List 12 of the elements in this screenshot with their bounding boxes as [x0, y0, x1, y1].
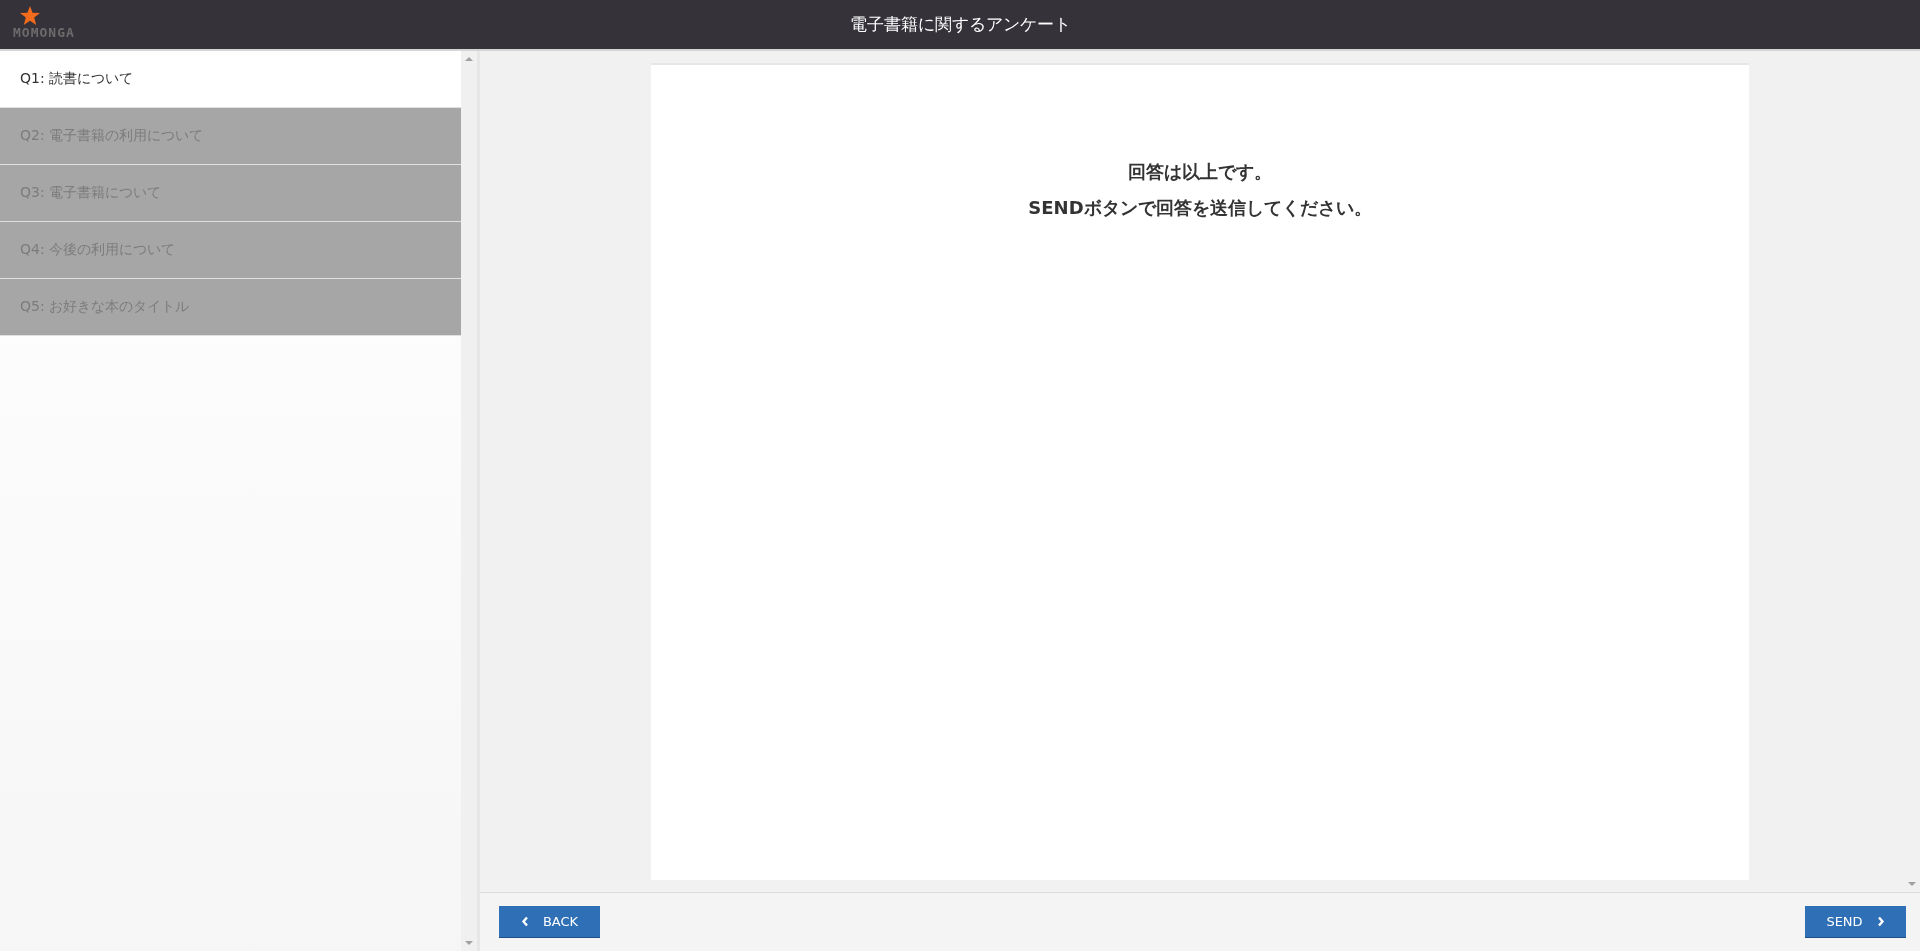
- message-text: SENDボタンで回答を送信してください。: [1027, 196, 1373, 220]
- send-button[interactable]: SEND: [1805, 906, 1906, 938]
- survey-title: 電子書籍に関するアンケート: [849, 13, 1071, 36]
- chevron-right-icon: [1876, 916, 1885, 927]
- scroll-down-icon[interactable]: [465, 941, 473, 945]
- message-text: 回答は以上です。: [1127, 160, 1273, 184]
- scroll-down-icon[interactable]: [1908, 882, 1916, 886]
- star-icon: [20, 6, 40, 26]
- back-button[interactable]: BACK: [499, 906, 600, 938]
- logo-text: MOMONGA: [13, 26, 75, 39]
- chevron-left-icon: [520, 916, 529, 927]
- scroll-up-icon[interactable]: [465, 57, 473, 61]
